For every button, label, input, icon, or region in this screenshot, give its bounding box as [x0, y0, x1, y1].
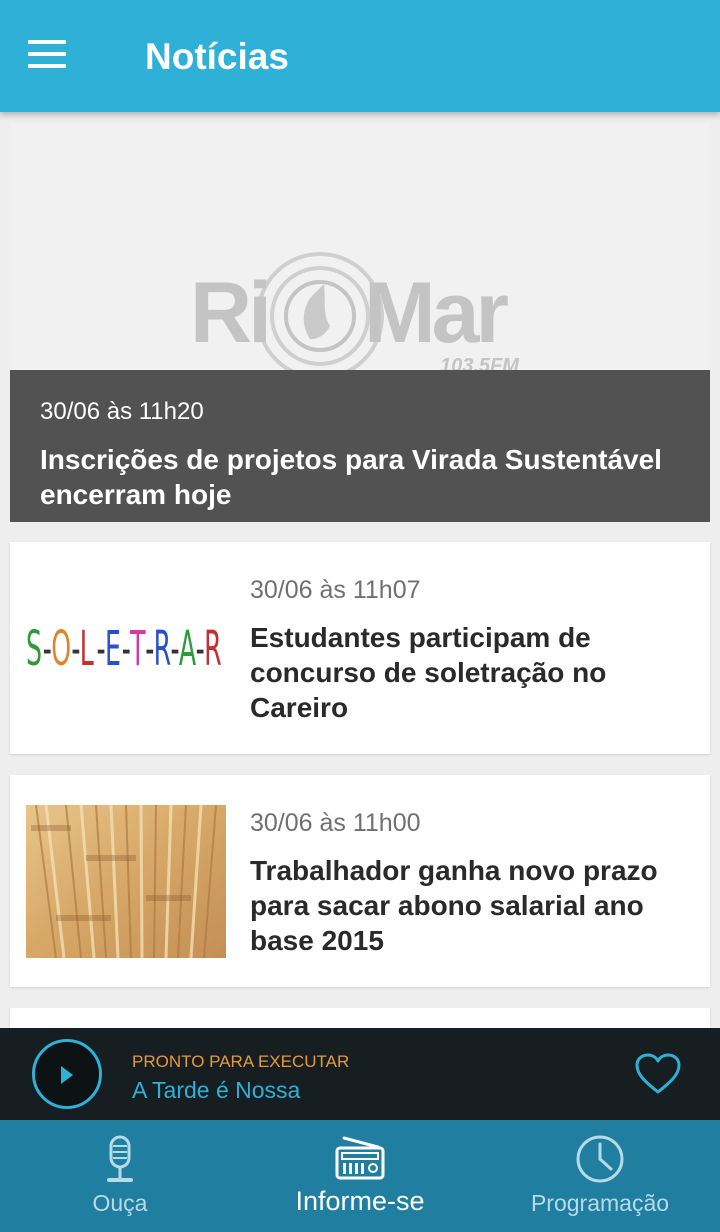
soletrar-thumbnail: S - O - L - E - T - R - A - R: [26, 572, 226, 725]
svg-text:S: S: [26, 621, 42, 677]
news-card[interactable]: [10, 1008, 710, 1028]
news-date: 30/06 às 11h00: [250, 809, 421, 837]
nav-informe-se[interactable]: Informe-se: [240, 1120, 480, 1232]
microphone-icon: [107, 1135, 133, 1182]
nav-label: Programação: [530, 1190, 670, 1216]
play-icon: [61, 1066, 73, 1084]
audio-player-bar: PRONTO PARA EXECUTAR A Tarde é Nossa: [0, 1028, 720, 1120]
news-title: Trabalhador ganha novo prazo para sacar …: [250, 855, 658, 956]
news-title: Estudantes participam de concurso de sol…: [250, 622, 607, 723]
svg-text:R: R: [154, 621, 172, 677]
program-name: A Tarde é Nossa: [132, 1077, 301, 1103]
svg-text:O: O: [51, 621, 71, 677]
svg-text:A: A: [179, 621, 196, 677]
nav-programacao[interactable]: Programação: [480, 1120, 720, 1232]
news-date: 30/06 às 11h07: [250, 576, 421, 604]
news-list[interactable]: Ri Mar 103,5FM 30/06 às 11h20 Inscrições…: [0, 112, 720, 1028]
svg-text:Ri: Ri: [190, 265, 268, 361]
banknotes-image: [26, 804, 226, 959]
app-bar: Notícias: [0, 0, 720, 112]
play-button[interactable]: [32, 1039, 102, 1109]
page-title: Notícias: [145, 36, 289, 77]
news-title: Inscrições de projetos para Virada Suste…: [40, 444, 662, 510]
news-card[interactable]: S - O - L - E - T - R - A - R 30/06 às 1…: [10, 542, 710, 754]
featured-caption: 30/06 às 11h20 Inscrições de projetos pa…: [10, 370, 710, 522]
nav-label: Ouça: [92, 1190, 148, 1216]
radio-icon: [335, 1136, 385, 1180]
nav-label: Informe-se: [295, 1186, 425, 1216]
heart-icon[interactable]: [634, 1052, 682, 1096]
news-date: 30/06 às 11h20: [40, 398, 204, 425]
nav-ouca[interactable]: Ouça: [0, 1120, 240, 1232]
svg-text:L: L: [80, 621, 94, 677]
svg-text:R: R: [204, 621, 222, 677]
bottom-navigation: Ouça Informe-se Programação: [0, 1120, 720, 1232]
clock-icon: [576, 1135, 624, 1183]
svg-text:Mar: Mar: [364, 265, 508, 361]
featured-news-card[interactable]: Ri Mar 103,5FM 30/06 às 11h20 Inscrições…: [10, 124, 710, 522]
svg-text:E: E: [105, 621, 121, 677]
svg-text:T: T: [130, 621, 146, 677]
hamburger-menu-icon[interactable]: [28, 40, 68, 70]
news-card[interactable]: 30/06 às 11h00 Trabalhador ganha novo pr…: [10, 775, 710, 987]
player-status: PRONTO PARA EXECUTAR: [132, 1052, 350, 1071]
